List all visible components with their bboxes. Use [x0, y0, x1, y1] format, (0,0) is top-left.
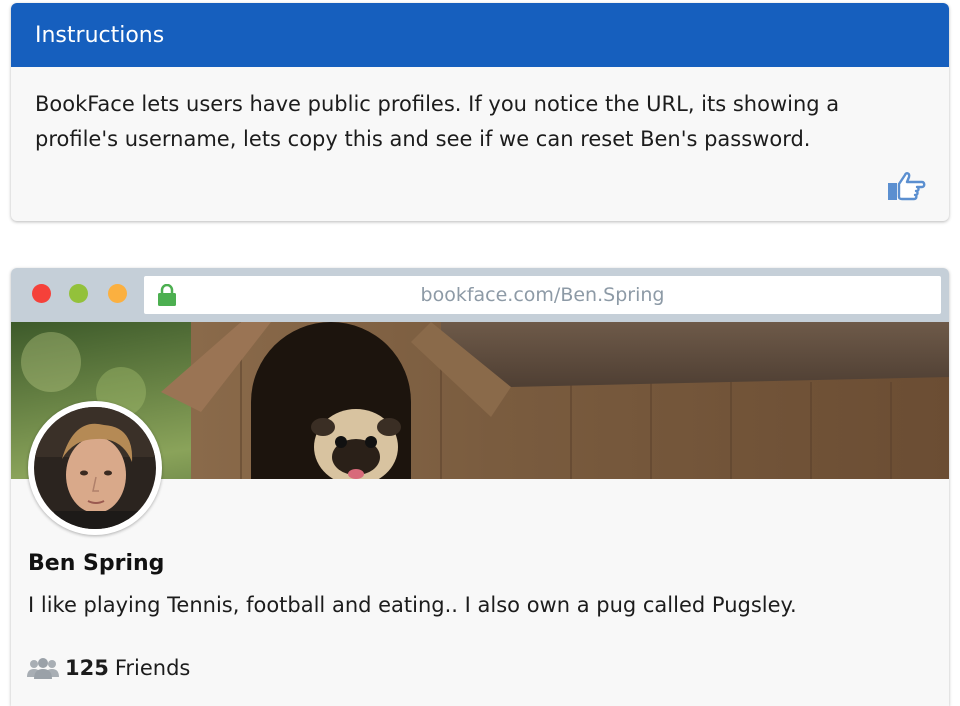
instructions-text: BookFace lets users have public profiles…: [35, 92, 840, 151]
maximize-window-dot[interactable]: [108, 284, 127, 303]
browser-toolbar: bookface.com/Ben.Spring: [11, 268, 949, 322]
profile-photo: [34, 407, 156, 529]
friends-icon: [27, 658, 59, 679]
browser-window: bookface.com/Ben.Spring Ben Spring I lik…: [11, 268, 949, 706]
friends-summary[interactable]: 125 Friends: [27, 656, 190, 680]
address-bar[interactable]: bookface.com/Ben.Spring: [144, 276, 941, 314]
friends-label: Friends: [114, 656, 191, 680]
profile-name: Ben Spring: [28, 551, 165, 576]
minimize-window-dot[interactable]: [69, 284, 88, 303]
instructions-title: Instructions: [35, 22, 165, 48]
friends-count: 125: [65, 656, 109, 680]
close-window-dot[interactable]: [32, 284, 51, 303]
profile-bio: I like playing Tennis, football and eati…: [28, 593, 797, 617]
lock-icon: [158, 284, 176, 306]
instructions-header: Instructions: [11, 3, 949, 67]
avatar[interactable]: [28, 401, 162, 535]
instructions-card: Instructions BookFace lets users have pu…: [11, 3, 949, 221]
url-text[interactable]: bookface.com/Ben.Spring: [421, 284, 665, 306]
pointing-hand-icon[interactable]: [885, 169, 927, 203]
